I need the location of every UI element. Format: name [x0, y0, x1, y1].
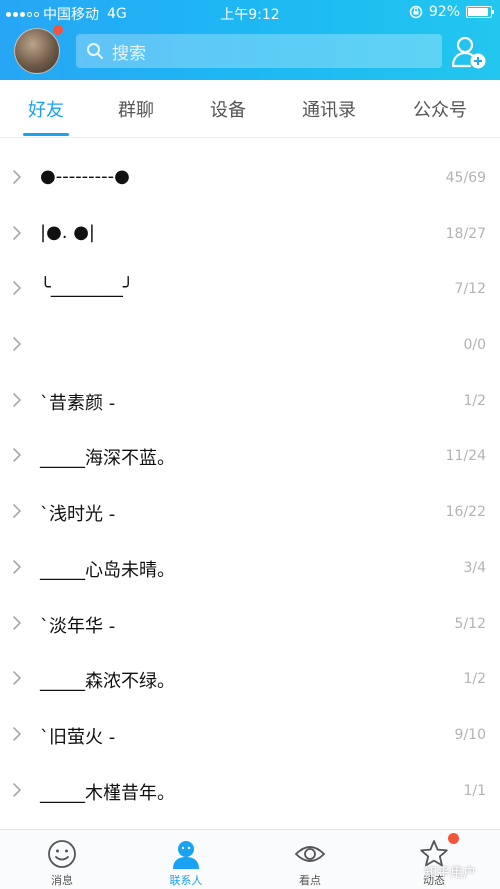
battery-icon: [466, 6, 494, 18]
group-online-count: 3/4: [463, 559, 486, 576]
friend-group-row[interactable]: _____海深不蓝。 11/24: [0, 428, 500, 484]
group-name: ●---------●: [40, 166, 130, 187]
group-online-count: 1/1: [463, 782, 486, 799]
group-online-count: 9/10: [454, 726, 486, 743]
nav-label: 消息: [51, 874, 73, 887]
status-right: 92%: [409, 4, 494, 20]
status-bar: 中国移动 4G 上午9:12 92%: [0, 0, 500, 26]
friend-group-row[interactable]: |●. ●| 18/27: [0, 206, 500, 262]
chevron-right-icon: [13, 281, 21, 296]
add-friend-icon[interactable]: [450, 34, 488, 70]
contact-tabs: 好友 群聊 设备 通讯录 公众号: [0, 80, 500, 138]
nav-contacts[interactable]: 联系人: [136, 830, 236, 889]
smiley-icon: [48, 840, 76, 868]
friend-group-row[interactable]: ˋ浅时光 - 16/22: [0, 484, 500, 540]
nav-discover[interactable]: 看点: [260, 830, 360, 889]
watermark: 知乎用户: [424, 866, 477, 881]
friend-group-row[interactable]: ˋ旧萤火 - 9/10: [0, 707, 500, 763]
group-name: _____木槿昔年。: [40, 782, 175, 804]
group-name: _____心岛未晴。: [40, 559, 175, 581]
active-tab-indicator: [23, 133, 69, 136]
group-online-count: 16/22: [445, 504, 486, 521]
group-name: |●. ●|: [40, 221, 95, 243]
chevron-right-icon: [13, 615, 21, 630]
group-online-count: 1/2: [463, 392, 486, 409]
search-placeholder: 搜索: [112, 43, 146, 64]
chevron-right-icon: [13, 337, 21, 351]
friend-group-row[interactable]: ˋ淡年华 - 5/12: [0, 596, 500, 652]
chevron-right-icon: [13, 392, 21, 407]
chevron-right-icon: [13, 170, 21, 184]
group-online-count: 45/69: [445, 170, 486, 186]
tab-address-book[interactable]: 通讯录: [279, 96, 379, 122]
eye-icon: [294, 846, 326, 862]
friend-group-row[interactable]: _____森浓不绿。 1/2: [0, 651, 500, 707]
group-online-count: 5/12: [454, 615, 486, 632]
group-name: ˋ旧萤火 -: [40, 726, 116, 748]
chevron-right-icon: [13, 727, 21, 741]
group-online-count: 18/27: [445, 225, 486, 242]
friend-group-row[interactable]: ╰________╯ 7/12: [0, 261, 500, 317]
avatar[interactable]: [14, 28, 60, 74]
rotation-lock-icon: [409, 5, 423, 19]
group-online-count: 7/12: [454, 281, 486, 298]
avatar-notification-dot: [53, 25, 63, 35]
nav-label: 看点: [299, 874, 321, 887]
search-input[interactable]: 搜索: [76, 34, 442, 68]
friend-group-row[interactable]: ●---------● 45/69: [0, 150, 500, 206]
chevron-right-icon: [13, 504, 21, 518]
chevron-right-icon: [13, 448, 21, 463]
friend-group-list: ●---------● 45/69 |●. ●| 18/27 ╰________╯ 7/1…: [0, 150, 500, 818]
friend-group-row[interactable]: _____心岛未晴。 3/4: [0, 540, 500, 596]
tab-friends[interactable]: 好友: [0, 96, 96, 122]
group-name: ˋ淡年华 -: [40, 615, 116, 637]
person-icon: [173, 841, 199, 869]
friend-group-row[interactable]: 0/0: [0, 317, 500, 373]
tab-groups[interactable]: 群聊: [86, 96, 186, 122]
group-online-count: 0/0: [463, 337, 486, 354]
battery-percent: 92%: [428, 4, 460, 20]
chevron-right-icon: [13, 671, 21, 685]
group-name: ˋ浅时光 -: [40, 504, 116, 526]
group-name: _____海深不蓝。: [40, 448, 175, 470]
group-online-count: 1/2: [463, 671, 486, 688]
top-header: 中国移动 4G 上午9:12 92% 搜索: [0, 0, 500, 80]
group-name: ╰________╯: [40, 277, 134, 299]
search-icon: [87, 43, 103, 59]
friend-group-row[interactable]: _____木槿昔年。 1/1: [0, 763, 500, 819]
group-name: _____森浓不绿。: [40, 671, 175, 693]
friend-group-row[interactable]: ˋ昔素颜 - 1/2: [0, 373, 500, 429]
tab-official-accounts[interactable]: 公众号: [390, 96, 490, 122]
chevron-right-icon: [13, 782, 21, 797]
group-name: ˋ昔素颜 -: [40, 392, 116, 414]
moments-notification-dot: [448, 833, 459, 844]
battery-fill: [468, 8, 488, 16]
group-online-count: 11/24: [445, 448, 486, 465]
nav-label: 联系人: [169, 874, 203, 887]
chevron-right-icon: [13, 225, 21, 240]
chevron-right-icon: [13, 560, 21, 574]
tab-devices[interactable]: 设备: [178, 96, 278, 122]
nav-messages[interactable]: 消息: [12, 830, 112, 889]
